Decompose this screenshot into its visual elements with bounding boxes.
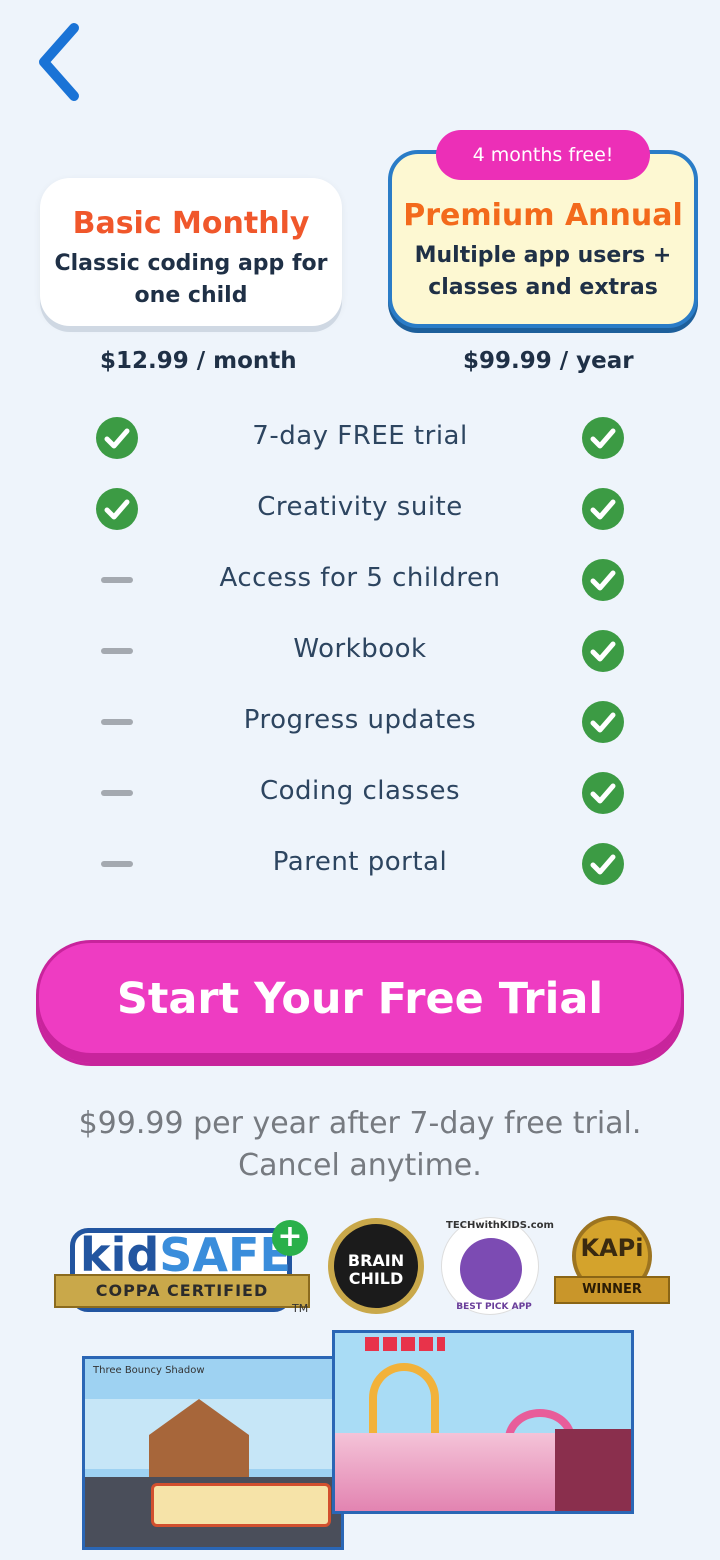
techwithkids-name: TECHwithKIDS.com [446,1220,554,1231]
feature-label: Coding classes [259,776,461,806]
brain-child-text: BRAIN CHILD [334,1224,418,1288]
dash-icon [101,861,133,867]
price-premium: $99.99 / year [463,348,634,374]
dash-icon [101,577,133,583]
check-icon [582,630,624,672]
check-icon [582,488,624,530]
kapi-name: KAPi [580,1234,644,1262]
back-button[interactable] [28,20,88,104]
level-title: Three Bouncy Shadow [93,1365,205,1376]
check-icon [96,417,138,459]
footnote-line: Cancel anytime. [238,1148,482,1183]
game-screenshot-builder: Three Bouncy Shadow [82,1356,344,1550]
plan-desc-line: one child [134,283,248,308]
game-screenshot-candyland [332,1330,634,1514]
feature-label: Workbook [293,634,427,664]
check-icon [582,417,624,459]
feature-label: Access for 5 children [219,563,501,593]
best-pick-label: BEST PICK APP [456,1302,532,1312]
hearts-lives [365,1337,445,1351]
plan-desc-line: Classic coding app for [54,251,328,276]
check-icon [582,772,624,814]
feature-row: Creativity suite [0,479,720,539]
plan-description: Classic coding app for one child [40,248,342,312]
brain-child-line: CHILD [348,1269,404,1288]
plan-name: Premium Annual [403,198,683,233]
plan-desc-line: classes and extras [428,275,658,300]
feature-label: 7-day FREE trial [252,421,468,451]
feature-row: 7-day FREE trial [0,408,720,468]
feature-row: Coding classes [0,763,720,823]
footnote-line: $99.99 per year after 7-day free trial. [78,1106,642,1141]
plan-card-basic[interactable]: Basic Monthly Classic coding app for one… [40,178,342,326]
coppa-banner: COPPA CERTIFIED [54,1274,310,1308]
promo-badge: 4 months free! [436,130,650,180]
feature-label: Creativity suite [257,492,463,522]
candy-tower [555,1429,631,1511]
feature-row: Access for 5 children [0,550,720,610]
trademark-mark: TM [292,1302,309,1315]
winner-ribbon: WINNER [554,1276,670,1304]
dash-icon [101,719,133,725]
plan-description: Multiple app users + classes and extras [392,240,694,304]
code-palette [151,1483,331,1527]
plan-name: Basic Monthly [72,206,310,241]
techwithkids-badge: TECHwithKIDS.com BEST PICK APP [442,1218,554,1314]
plan-desc-line: Multiple app users + [414,243,672,268]
feature-row: Parent portal [0,834,720,894]
check-icon [582,843,624,885]
feature-label: Parent portal [272,847,448,877]
plus-icon: + [272,1220,308,1256]
brain-child-line: BRAIN [347,1251,405,1270]
feature-row: Workbook [0,621,720,681]
rainbow-left [369,1363,439,1433]
price-basic: $12.99 / month [100,348,297,374]
chevron-left-icon [39,23,79,101]
feature-row: Progress updates [0,692,720,752]
feature-label: Progress updates [243,705,477,735]
dash-icon [101,648,133,654]
dash-icon [101,790,133,796]
check-icon [96,488,138,530]
brain-child-award-badge: BRAIN CHILD [328,1218,424,1314]
star-icon [460,1238,522,1300]
check-icon [582,559,624,601]
check-icon [582,701,624,743]
kapi-award-badge: KAPi WINNER [554,1216,670,1316]
start-free-trial-button[interactable]: Start Your Free Trial [36,940,684,1066]
